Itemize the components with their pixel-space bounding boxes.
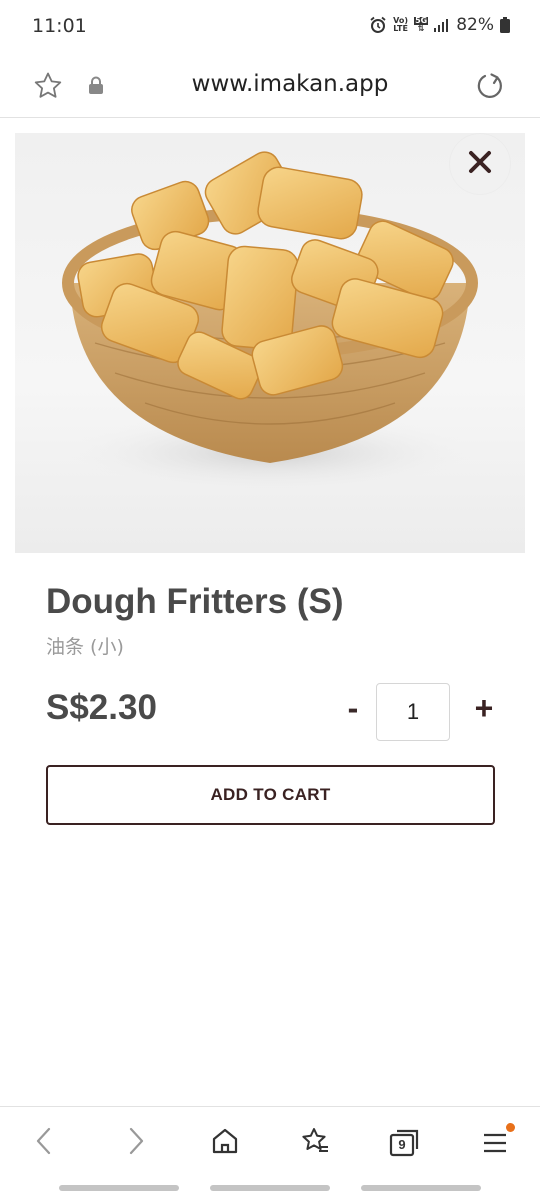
home-icon bbox=[211, 1127, 239, 1160]
status-bar: 11:01 Vo) LTE 5G ⇅ 82% bbox=[0, 0, 540, 54]
product-name: Dough Fritters (S) bbox=[46, 582, 344, 621]
home-button[interactable] bbox=[203, 1121, 247, 1165]
tabs-count: 9 bbox=[398, 1137, 406, 1152]
data-arrows-icon: ⇅ bbox=[417, 24, 425, 33]
volte-bottom: LTE bbox=[393, 24, 408, 33]
lock-icon[interactable] bbox=[86, 74, 106, 96]
status-time: 11:01 bbox=[32, 15, 87, 37]
menu-icon bbox=[481, 1123, 515, 1157]
browser-url-bar: www.imakan.app bbox=[0, 54, 540, 118]
reload-icon[interactable] bbox=[470, 66, 510, 106]
signal-icon bbox=[434, 18, 450, 32]
status-indicators: Vo) LTE 5G ⇅ 82% bbox=[369, 15, 510, 35]
bookmark-star-icon[interactable] bbox=[30, 68, 66, 104]
url-address[interactable]: www.imakan.app bbox=[140, 71, 440, 97]
battery-percent: 82% bbox=[456, 15, 494, 35]
notification-dot bbox=[506, 1123, 515, 1132]
product-price: S$2.30 bbox=[46, 688, 157, 727]
bookmarks-button[interactable] bbox=[293, 1121, 337, 1165]
quantity-decrease-button[interactable]: - bbox=[336, 688, 370, 728]
close-icon bbox=[468, 150, 492, 179]
volte-indicator: Vo) LTE bbox=[393, 17, 408, 33]
close-button[interactable] bbox=[450, 134, 510, 194]
forward-icon bbox=[125, 1126, 147, 1161]
quantity-input[interactable] bbox=[376, 683, 450, 741]
product-name-chinese: 油条 (小) bbox=[46, 636, 124, 658]
tabs-button[interactable]: 9 bbox=[383, 1121, 427, 1165]
gesture-bar-left bbox=[59, 1185, 179, 1191]
forward-button[interactable] bbox=[114, 1121, 158, 1165]
quantity-increase-button[interactable]: + bbox=[466, 688, 502, 728]
back-button[interactable] bbox=[22, 1121, 66, 1165]
back-icon bbox=[33, 1126, 55, 1161]
gesture-bar-right bbox=[361, 1185, 481, 1191]
tabs-icon: 9 bbox=[389, 1129, 421, 1157]
bookmarks-icon bbox=[300, 1126, 330, 1161]
5g-indicator: 5G ⇅ bbox=[414, 17, 429, 33]
product-image bbox=[15, 133, 525, 553]
battery-icon bbox=[500, 17, 510, 33]
alarm-icon bbox=[369, 16, 387, 34]
menu-button[interactable] bbox=[473, 1121, 517, 1165]
add-to-cart-button[interactable]: ADD TO CART bbox=[46, 765, 495, 825]
gesture-bar-center bbox=[210, 1185, 330, 1191]
